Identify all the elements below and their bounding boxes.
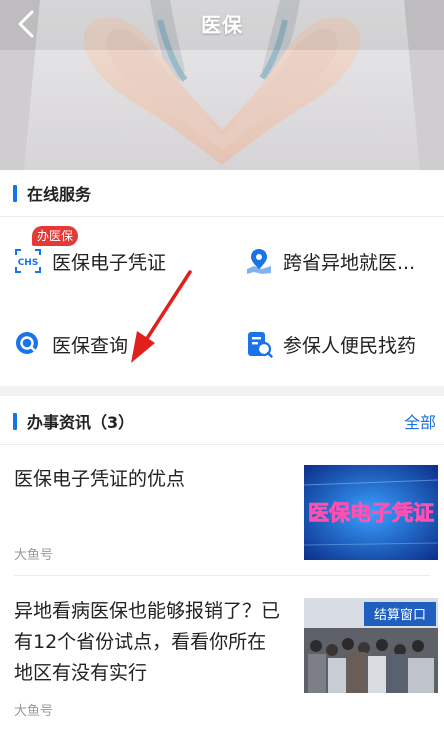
news-thumbnail: 结算窗口 xyxy=(304,598,438,693)
news-item[interactable]: 医保电子凭证的优点 大鱼号 医保电子凭证 xyxy=(0,445,444,575)
section-marker xyxy=(13,184,17,202)
svg-text:CHS: CHS xyxy=(18,258,39,268)
news-item-source: 大鱼号 xyxy=(14,548,54,563)
service-label: 跨省异地就医... xyxy=(283,251,416,274)
page-title: 医保 xyxy=(201,13,243,37)
news-thumbnail-image: 结算窗口 xyxy=(304,598,438,693)
map-pin-icon xyxy=(247,249,271,274)
online-services-title: 在线服务 xyxy=(27,185,92,204)
chs-card-icon: CHS xyxy=(15,249,41,273)
online-services-header: 在线服务 xyxy=(0,170,444,216)
news-item[interactable]: 异地看病医保也能够报销了？已有12个省份试点，看看你所在地区有没有实行 大鱼号 … xyxy=(0,576,444,731)
divider xyxy=(0,216,444,217)
news-item-title: 异地看病医保也能够报销了？已有12个省份试点，看看你所在地区有没有实行 xyxy=(14,600,281,684)
news-item-title: 医保电子凭证的优点 xyxy=(14,468,186,490)
service-label: 参保人便民找药 xyxy=(283,334,417,357)
service-item-insurance-query[interactable]: 医保查询 xyxy=(14,324,128,364)
service-item-find-medicine[interactable]: 参保人便民找药 xyxy=(245,324,416,364)
news-thumbnail-caption: 医保电子凭证 xyxy=(308,501,434,525)
search-icon xyxy=(16,332,38,354)
medicine-search-icon xyxy=(248,332,273,358)
news-title: 办事资讯（3） xyxy=(27,413,135,432)
service-item-cross-province-medical[interactable]: 跨省异地就医... xyxy=(245,241,415,281)
service-item-medical-insurance-card[interactable]: CHS 医保电子凭证 xyxy=(14,241,166,281)
view-all-link[interactable]: 全部 xyxy=(404,409,436,433)
service-label: 医保查询 xyxy=(52,334,129,357)
news-thumbnail: 医保电子凭证 xyxy=(304,465,438,560)
section-gap xyxy=(0,386,444,396)
news-thumbnail-image: 医保电子凭证 xyxy=(304,465,438,560)
service-label: 医保电子凭证 xyxy=(52,251,167,274)
news-item-source: 大鱼号 xyxy=(14,704,54,719)
section-marker xyxy=(13,412,17,430)
service-badge: 办医保 xyxy=(32,226,79,246)
news-thumbnail-caption: 结算窗口 xyxy=(374,607,426,623)
news-header: 办事资讯（3） 全部 xyxy=(0,396,444,446)
hero-banner: 医保 xyxy=(0,0,444,170)
